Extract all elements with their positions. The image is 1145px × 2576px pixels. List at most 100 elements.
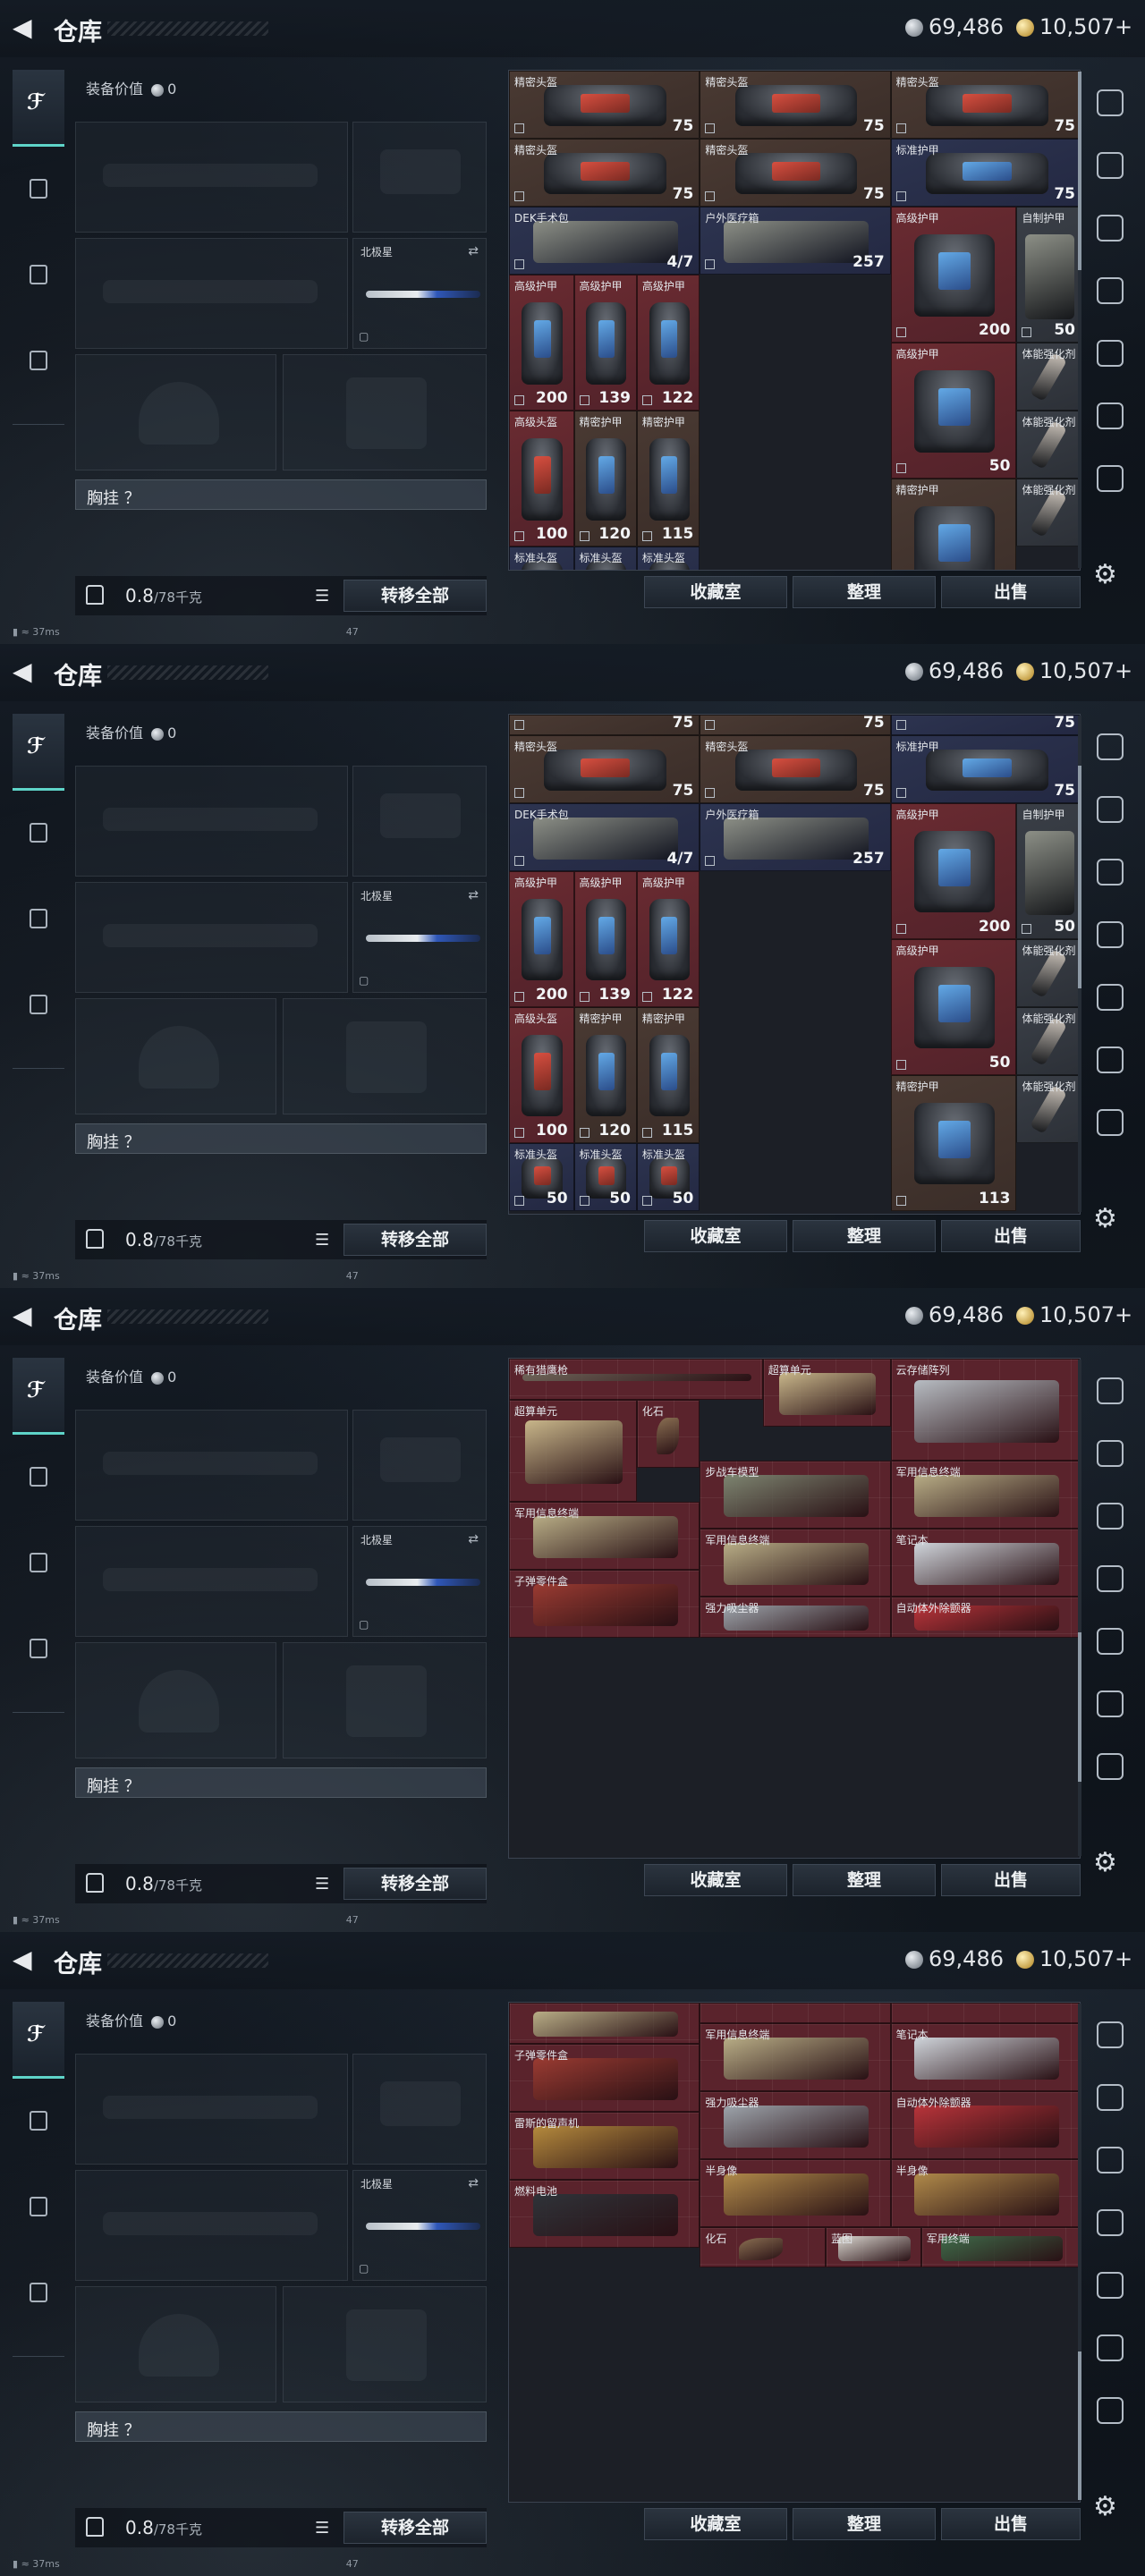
inventory-item[interactable] xyxy=(700,2003,891,2023)
collection-room-button[interactable]: 收藏室 xyxy=(644,1220,787,1252)
tab-armor[interactable] xyxy=(13,800,64,877)
pistol-slot[interactable] xyxy=(352,766,487,877)
primary-weapon-slot[interactable] xyxy=(75,2054,348,2165)
inventory-item[interactable]: DEK手术包 4/7 xyxy=(509,802,700,871)
locker-icon[interactable] xyxy=(1097,89,1124,116)
storage-tab-6-icon[interactable] xyxy=(1097,1753,1124,1780)
tab-backpack[interactable] xyxy=(13,242,64,318)
inventory-item[interactable]: 军用信息终端 xyxy=(700,1529,891,1597)
warehouse-scrollbar[interactable] xyxy=(1078,72,1081,568)
scroll-thumb[interactable] xyxy=(1078,2351,1081,2500)
storage-tab-4-icon[interactable] xyxy=(1097,1628,1124,1655)
pistol-slot[interactable] xyxy=(352,122,487,233)
storage-tab-6-icon[interactable] xyxy=(1097,2397,1124,2424)
inventory-item[interactable]: 自动体外除颤器 xyxy=(890,1597,1080,1638)
chest-rig-bar[interactable]: 胸挂 ？ xyxy=(75,1767,487,1798)
tab-case[interactable] xyxy=(13,2259,64,2336)
inventory-item[interactable]: 强力吸尘器 xyxy=(700,1597,891,1638)
inventory-item[interactable]: 子弹零件盒 xyxy=(509,2043,700,2112)
storage-tab-2-icon[interactable] xyxy=(1097,1503,1124,1530)
inventory-item[interactable]: 自动体外除颤器 xyxy=(890,2090,1080,2159)
tab-armor[interactable] xyxy=(13,156,64,233)
inventory-item[interactable]: 高级护甲 139 xyxy=(573,870,637,1007)
inventory-item[interactable]: 雷斯的留声机 xyxy=(509,2111,700,2180)
tab-backpack[interactable] xyxy=(13,886,64,962)
storage-tab-1-icon[interactable] xyxy=(1097,2084,1124,2111)
collection-room-button[interactable]: 收藏室 xyxy=(644,2508,787,2540)
inventory-item[interactable]: 精密护甲 115 xyxy=(636,1006,700,1143)
helmet-slot[interactable] xyxy=(75,354,276,470)
storage-tab-2-icon[interactable] xyxy=(1097,859,1124,886)
inventory-item[interactable]: 高级护甲 122 xyxy=(636,275,700,411)
inventory-item[interactable]: 高级护甲 200 xyxy=(890,802,1017,939)
primary-weapon-slot[interactable] xyxy=(75,122,348,233)
inventory-item[interactable]: 自制护甲 50 xyxy=(1016,802,1080,939)
inventory-item[interactable]: 精密头盔 75 xyxy=(890,71,1080,139)
inventory-item[interactable]: 高级护甲 50 xyxy=(890,938,1017,1075)
inventory-item[interactable]: 高级护甲 200 xyxy=(890,207,1017,343)
collection-room-button[interactable]: 收藏室 xyxy=(644,576,787,608)
inventory-item[interactable]: 体能强化剂 xyxy=(1016,479,1080,547)
back-arrow-icon[interactable]: ◀ xyxy=(13,658,39,685)
inventory-item[interactable]: 体能强化剂 xyxy=(1016,343,1080,411)
tab-case[interactable] xyxy=(13,1615,64,1692)
inventory-item[interactable]: 精密头盔 75 xyxy=(700,139,891,207)
inventory-item[interactable]: 军用信息终端 xyxy=(509,1501,700,1570)
armor-slot[interactable] xyxy=(283,998,487,1114)
organize-button[interactable]: 整理 xyxy=(793,1220,936,1252)
chest-rig-bar[interactable]: 胸挂 ？ xyxy=(75,1123,487,1154)
storage-tab-1-icon[interactable] xyxy=(1097,796,1124,823)
inventory-item[interactable]: DEK手术包 4/7 xyxy=(509,207,700,275)
inventory-item[interactable]: 稀有猎鹰枪 xyxy=(509,1359,763,1400)
storage-tab-4-icon[interactable] xyxy=(1097,984,1124,1011)
inventory-item[interactable]: 化石 xyxy=(636,1399,700,1468)
sell-button[interactable]: 出售 xyxy=(941,2508,1081,2540)
sell-button[interactable]: 出售 xyxy=(941,1864,1081,1896)
tab-weapons[interactable]: ℱ xyxy=(13,70,64,147)
gear-icon[interactable]: ⚙ xyxy=(1093,559,1117,590)
storage-tab-5-icon[interactable] xyxy=(1097,402,1124,429)
primary-weapon-slot[interactable] xyxy=(75,1410,348,1521)
inventory-item[interactable] xyxy=(509,2003,700,2044)
tab-weapons[interactable]: ℱ xyxy=(13,714,64,791)
primary-weapon-slot[interactable] xyxy=(75,766,348,877)
inventory-item[interactable]: 蓝图 xyxy=(826,2226,921,2268)
secondary-weapon-slot[interactable] xyxy=(75,2170,348,2281)
inventory-item[interactable]: 75 xyxy=(890,715,1080,735)
list-icon[interactable]: ☰ xyxy=(315,1875,329,1894)
tab-armor[interactable] xyxy=(13,2088,64,2165)
chest-rig-bar[interactable]: 胸挂 ？ xyxy=(75,479,487,510)
storage-tab-6-icon[interactable] xyxy=(1097,1109,1124,1136)
inventory-item[interactable] xyxy=(890,2003,1080,2023)
gold-currency[interactable]: 10,507+ xyxy=(1016,658,1132,683)
inventory-item[interactable]: 云存储阵列 xyxy=(890,1359,1080,1461)
inventory-item[interactable]: 精密护甲 115 xyxy=(636,411,700,547)
collection-room-button[interactable]: 收藏室 xyxy=(644,1864,787,1896)
warehouse-scrollbar[interactable] xyxy=(1078,2004,1081,2500)
inventory-item[interactable]: 精密头盔 75 xyxy=(509,734,700,803)
inventory-item[interactable]: 化石 xyxy=(700,2226,827,2268)
inventory-item[interactable]: 高级护甲 139 xyxy=(573,275,637,411)
armor-slot[interactable] xyxy=(283,2286,487,2402)
back-arrow-icon[interactable]: ◀ xyxy=(13,1946,39,1973)
sell-button[interactable]: 出售 xyxy=(941,1220,1081,1252)
inventory-item[interactable]: 体能强化剂 xyxy=(1016,1006,1080,1075)
gold-currency[interactable]: 10,507+ xyxy=(1016,14,1132,39)
storage-tab-4-icon[interactable] xyxy=(1097,340,1124,367)
tab-weapons[interactable]: ℱ xyxy=(13,1358,64,1435)
gear-icon[interactable]: ⚙ xyxy=(1093,2491,1117,2522)
pistol-slot[interactable] xyxy=(352,1410,487,1521)
inventory-item[interactable]: 精密护甲 113 xyxy=(890,1074,1017,1211)
armor-slot[interactable] xyxy=(283,354,487,470)
list-icon[interactable]: ☰ xyxy=(315,1231,329,1250)
storage-tab-3-icon[interactable] xyxy=(1097,2209,1124,2236)
swap-icon[interactable]: ⇄ xyxy=(468,888,479,902)
inventory-item[interactable]: 体能强化剂 xyxy=(1016,1074,1080,1143)
inventory-item[interactable]: 精密头盔 75 xyxy=(509,139,700,207)
inventory-item[interactable]: 军用终端 xyxy=(920,2226,1080,2268)
inventory-item[interactable]: 户外医疗箱 257 xyxy=(700,207,891,275)
storage-tab-3-icon[interactable] xyxy=(1097,277,1124,304)
armor-slot[interactable] xyxy=(283,1642,487,1758)
scroll-thumb[interactable] xyxy=(1078,1632,1081,1782)
inventory-item[interactable]: 标准头盔50 xyxy=(509,547,574,570)
